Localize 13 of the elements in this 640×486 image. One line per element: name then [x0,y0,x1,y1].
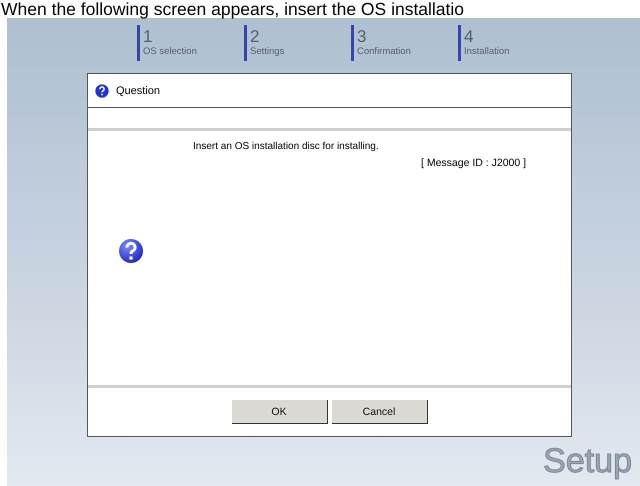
setup-logo-text: Setup [543,443,632,479]
dialog-title: Question [116,84,160,96]
step-indicator: 1 OS selection [137,25,241,61]
dialog-button[interactable]: OK [232,400,328,424]
step-indicator: 4 Installation [458,25,562,61]
caption-text: When the following screen appears, insert the OS installatio [0,0,466,18]
question-icon [95,84,109,98]
message-id-text: [ Message ID : J2000 ] [421,157,528,169]
message-text: Insert an OS installation disc for installing. [193,141,380,152]
step-indicator: 2 Settings [244,25,348,61]
question-icon [118,238,146,266]
dialog-button[interactable]: Cancel [332,400,428,424]
step-indicator: 3 Confirmation [351,25,455,61]
